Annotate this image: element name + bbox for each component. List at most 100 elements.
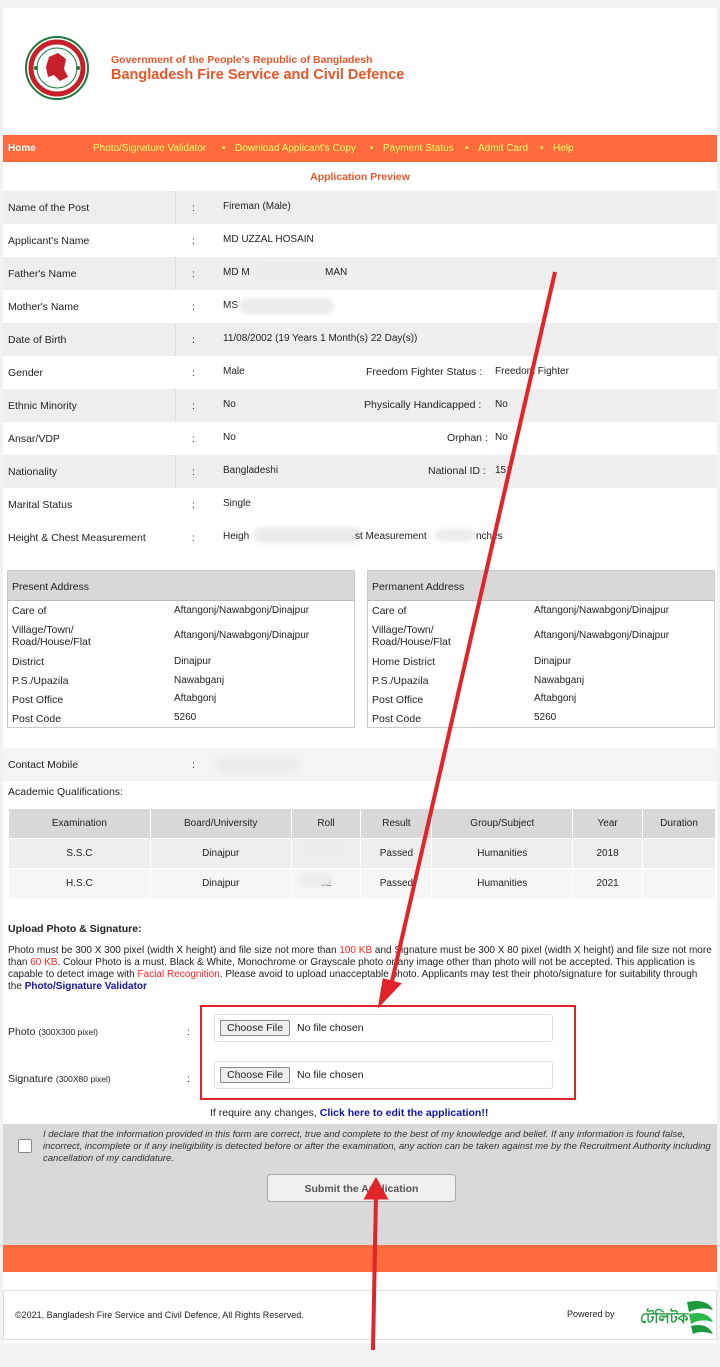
- address-label: Post Office: [372, 694, 424, 706]
- address-label: Post Code: [12, 713, 62, 725]
- redaction-scribble: [299, 874, 333, 886]
- field-value-tail: MAN: [325, 267, 348, 278]
- redaction-scribble: [239, 298, 334, 314]
- government-title: Government of the People's Republic of B…: [111, 54, 373, 66]
- table-row: S.S.C Dinajpur Passed Humanities 2018: [8, 838, 716, 869]
- upload-instructions: Photo must be 300 X 300 pixel (width X h…: [8, 945, 712, 992]
- site-footer: ©2021, Bangladesh Fire Service and Civil…: [3, 1290, 717, 1340]
- field-row-mother: Mother's Name : MS: [3, 290, 717, 323]
- redaction-scribble: [435, 529, 475, 541]
- field-value-2: No: [495, 432, 508, 443]
- field-label: Applicant's Name: [8, 235, 90, 247]
- field-label: Mother's Name: [8, 301, 79, 313]
- field-label-2: Orphan :: [447, 432, 488, 444]
- redaction-scribble: [215, 757, 300, 773]
- column-header: Roll: [290, 808, 362, 839]
- field-value: 11/08/2002 (19 Years 1 Month(s) 22 Day(s…: [223, 333, 418, 344]
- field-value: Bangladeshi: [223, 465, 279, 476]
- field-value: Male: [223, 366, 245, 377]
- address-label: Village/Town/ Road/House/Flat: [12, 624, 91, 648]
- photo-validator-link[interactable]: Photo/Signature Validator: [25, 981, 147, 992]
- field-row-nationality: Nationality : Bangladeshi National ID : …: [3, 455, 717, 488]
- government-seal-logo: [25, 36, 89, 100]
- academic-table: Examination Board/University Roll Result…: [8, 808, 716, 899]
- field-value: No: [223, 432, 236, 443]
- address-label: Care of: [12, 605, 47, 617]
- field-label-2: Freedom Fighter Status :: [366, 366, 483, 378]
- nav-admit-card[interactable]: Admit Card: [478, 143, 528, 154]
- field-value: Fireman (Male): [223, 201, 291, 212]
- preview-title: Application Preview: [310, 171, 410, 183]
- field-label: Ethnic Minority: [8, 400, 77, 412]
- academic-title: Academic Qualifications:: [8, 786, 123, 798]
- address-label: Care of: [372, 605, 407, 617]
- field-label: Marital Status: [8, 499, 73, 511]
- address-label: Post Office: [12, 694, 64, 706]
- address-label: Village/Town/ Road/House/Flat: [372, 624, 451, 648]
- column-header: Result: [360, 808, 433, 839]
- field-value: No: [223, 399, 236, 410]
- copyright-text: ©2021, Bangladesh Fire Service and Civil…: [15, 1310, 304, 1320]
- column-header: Duration: [642, 808, 716, 839]
- address-value: Aftangonj/Nawabgonj/Dinajpur: [534, 605, 670, 616]
- nav-help[interactable]: Help: [553, 143, 574, 154]
- nav-separator: •: [540, 143, 544, 154]
- field-value: Single: [223, 498, 251, 509]
- powered-by-text: Powered by: [567, 1309, 615, 1319]
- site-header: Government of the People's Republic of B…: [3, 8, 717, 134]
- nav-separator: •: [370, 143, 374, 154]
- address-value: 5260: [534, 712, 557, 723]
- field-label-2: National ID :: [428, 465, 486, 477]
- annotation-highlight-box: [200, 1005, 576, 1100]
- table-header-row: Examination Board/University Roll Result…: [8, 808, 716, 839]
- field-row-height: Height & Chest Measurement : Heigh st Me…: [3, 521, 717, 554]
- nav-payment-status[interactable]: Payment Status: [383, 143, 454, 154]
- address-value: Aftabgonj: [534, 693, 577, 704]
- field-value-tail: nches: [476, 531, 503, 542]
- svg-text:টেলিটক: টেলিটক: [640, 1308, 689, 1327]
- column-header: Year: [572, 808, 644, 839]
- field-label: Contact Mobile: [8, 759, 79, 771]
- permanent-address-box: Permanent Address Care of Aftangonj/Nawa…: [367, 570, 715, 728]
- photo-label: Photo (300X300 pixel): [8, 1026, 98, 1038]
- nav-separator: •: [222, 143, 226, 154]
- present-address-box: Present Address Care of Aftangonj/Nawabg…: [7, 570, 355, 728]
- field-label: Nationality: [8, 466, 58, 478]
- field-label: Father's Name: [8, 268, 77, 280]
- field-label: Ansar/VDP: [8, 433, 60, 445]
- column-header: Board/University: [149, 808, 292, 839]
- field-value: MS: [223, 300, 238, 311]
- address-value: Aftangonj/Nawabgonj/Dinajpur: [174, 630, 310, 641]
- field-row-post: Name of the Post : Fireman (Male): [3, 191, 717, 224]
- field-row-father: Father's Name : MD M MAN: [3, 257, 717, 290]
- field-label-2: Physically Handicapped :: [364, 399, 482, 411]
- field-label: Name of the Post: [8, 202, 90, 214]
- field-row-contact: Contact Mobile :: [3, 748, 717, 781]
- submit-button[interactable]: Submit the Application: [267, 1174, 456, 1202]
- column-header: Group/Subject: [431, 808, 574, 839]
- address-value: Nawabganj: [534, 675, 585, 686]
- address-value: Dinajpur: [534, 656, 572, 667]
- main-nav: Home Photo/Signature Validator • Downloa…: [3, 135, 717, 162]
- address-label: P.S./Upazila: [12, 675, 69, 687]
- address-value: Aftangonj/Nawabgonj/Dinajpur: [534, 630, 670, 641]
- address-label: Home District: [372, 656, 436, 668]
- redaction-scribble: [253, 527, 363, 543]
- nav-photo-validator[interactable]: Photo/Signature Validator: [93, 143, 206, 154]
- address-label: District: [12, 656, 45, 668]
- field-label: Height & Chest Measurement: [8, 532, 146, 544]
- permanent-address-title: Permanent Address: [368, 571, 714, 601]
- address-value: Aftabgonj: [174, 693, 217, 704]
- declaration-text: I declare that the information provided …: [43, 1129, 711, 1164]
- declaration-checkbox[interactable]: [18, 1139, 32, 1153]
- nav-download-copy[interactable]: Download Applicant's Copy: [235, 143, 356, 154]
- edit-application-link[interactable]: Click here to edit the application!!: [320, 1107, 489, 1119]
- signature-label: Signature (300X80 pixel): [8, 1073, 111, 1085]
- field-row-ethnic: Ethnic Minority : No Physically Handicap…: [3, 389, 717, 422]
- column-header: Examination: [8, 808, 151, 839]
- nav-home[interactable]: Home: [8, 143, 36, 154]
- field-label: Date of Birth: [8, 334, 67, 346]
- field-value-2: 151: [495, 465, 512, 476]
- present-address-title: Present Address: [8, 571, 354, 601]
- submit-section: Submit the Application: [3, 1172, 717, 1245]
